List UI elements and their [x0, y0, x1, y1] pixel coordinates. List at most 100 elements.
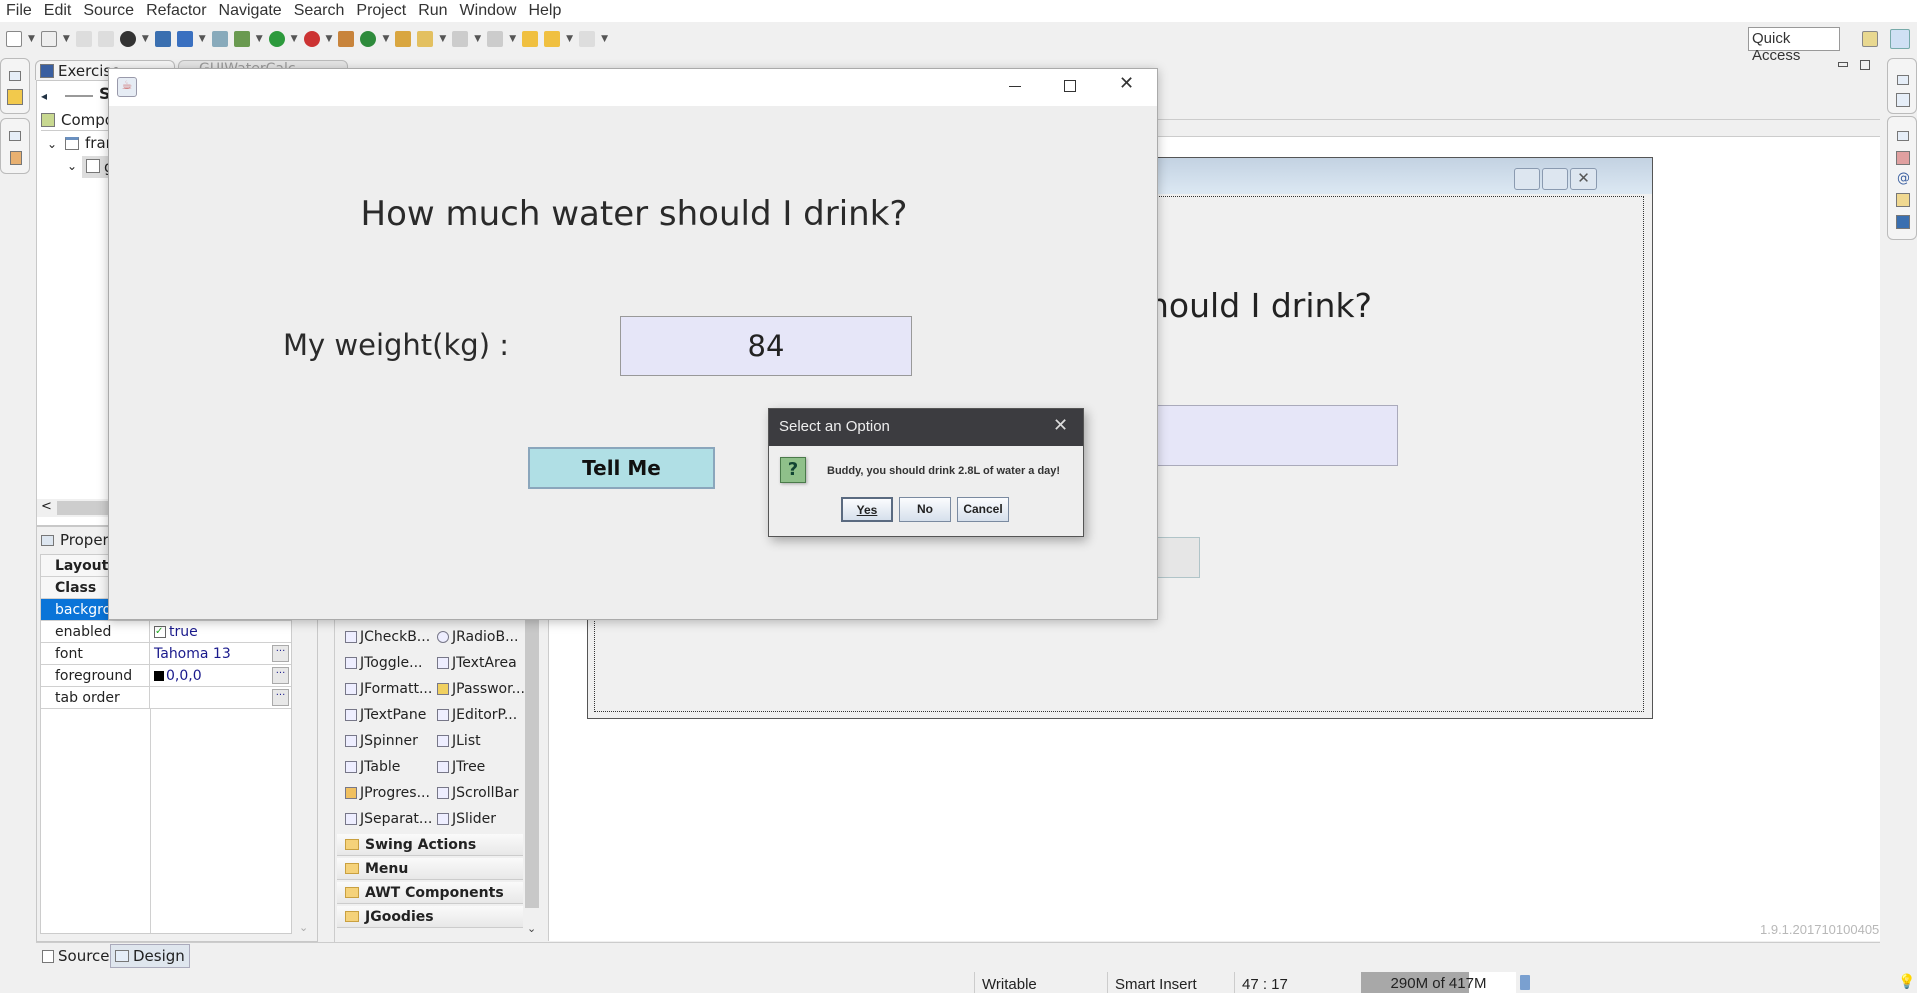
- window-maximize-button[interactable]: [1064, 80, 1076, 92]
- tab-design[interactable]: Design: [110, 944, 190, 968]
- palette-item-jtextpane[interactable]: JTextPane: [345, 707, 426, 723]
- minimize-icon[interactable]: [1838, 62, 1848, 67]
- checkbox-checked-icon[interactable]: ✓: [154, 625, 166, 638]
- new-icon[interactable]: [6, 31, 22, 47]
- chevron-down-icon[interactable]: ▼: [382, 34, 389, 44]
- person-icon[interactable]: [119, 31, 136, 47]
- scroll-down-icon[interactable]: ⌄: [527, 922, 536, 935]
- menu-source[interactable]: Source: [83, 2, 134, 20]
- palette-item-jtogglebutton[interactable]: JToggle...: [345, 655, 423, 671]
- palette-item-jlist[interactable]: JList: [437, 733, 481, 749]
- palette-item-jtree[interactable]: JTree: [437, 759, 485, 775]
- tab-source[interactable]: Source: [38, 945, 114, 967]
- expand-arrow-icon[interactable]: ⌄: [67, 159, 77, 173]
- menu-project[interactable]: Project: [356, 2, 406, 20]
- monitor-icon[interactable]: [154, 31, 171, 47]
- new-package-icon[interactable]: [338, 31, 355, 47]
- weight-input[interactable]: 84: [620, 316, 912, 376]
- hierarchy-icon[interactable]: [10, 151, 22, 165]
- edit-tab-order-button[interactable]: ···: [272, 689, 289, 706]
- menu-file[interactable]: File: [6, 2, 32, 20]
- chevron-down-icon[interactable]: ▼: [63, 34, 70, 44]
- outline-icon[interactable]: [1896, 93, 1910, 107]
- search-pen-icon[interactable]: [417, 31, 434, 47]
- forward-icon[interactable]: [579, 31, 596, 47]
- edit-font-button[interactable]: ···: [272, 645, 289, 662]
- chevron-down-icon[interactable]: ▼: [474, 34, 481, 44]
- palette-item-jspinner[interactable]: JSpinner: [345, 733, 418, 749]
- chevron-down-icon[interactable]: ▼: [439, 34, 446, 44]
- run-icon[interactable]: [268, 31, 285, 47]
- chevron-down-icon[interactable]: ▼: [601, 34, 608, 44]
- menu-window[interactable]: Window: [460, 2, 517, 20]
- declaration-icon[interactable]: [1896, 193, 1910, 207]
- palette-item-jslider[interactable]: JSlider: [437, 811, 496, 827]
- palette-item-jscrollbar[interactable]: JScrollBar: [437, 785, 518, 801]
- palette-category-jgoodies[interactable]: JGoodies: [337, 906, 523, 928]
- palette-category-swing-actions[interactable]: Swing Actions: [337, 834, 523, 856]
- back-icon[interactable]: [544, 31, 561, 47]
- palette-item-jpasswordfield[interactable]: JPasswor...: [437, 681, 525, 697]
- menu-search[interactable]: Search: [294, 2, 345, 20]
- palette-item-jtable[interactable]: JTable: [345, 759, 400, 775]
- git-repositories-icon[interactable]: [7, 89, 23, 105]
- cancel-button[interactable]: Cancel: [957, 497, 1009, 522]
- restore-icon[interactable]: [1897, 131, 1909, 141]
- restore-icon[interactable]: [1897, 75, 1909, 85]
- chevron-down-icon[interactable]: ▼: [199, 34, 206, 44]
- palette-scrollbar[interactable]: [525, 618, 539, 908]
- skip-breakpoints-icon[interactable]: [211, 31, 228, 47]
- palette-item-jeditorpane[interactable]: JEditorP...: [437, 707, 517, 723]
- console-icon[interactable]: [1896, 215, 1910, 229]
- property-row-tab-order[interactable]: tab order ···: [41, 687, 291, 709]
- palette-item-jradiobutton[interactable]: JRadioB...: [437, 629, 518, 645]
- drag-handle-icon[interactable]: [65, 95, 93, 97]
- scroll-left-icon[interactable]: <: [41, 499, 52, 514]
- restore-icon[interactable]: [9, 131, 21, 141]
- palette-item-jtextarea[interactable]: JTextArea: [437, 655, 517, 671]
- palette-category-menu[interactable]: Menu: [337, 858, 523, 880]
- save-icon[interactable]: [75, 31, 92, 47]
- palette-item-jseparator[interactable]: JSeparat...: [345, 811, 432, 827]
- chevron-down-icon[interactable]: ▼: [28, 34, 35, 44]
- tell-me-button[interactable]: Tell Me: [528, 447, 715, 489]
- quick-access-field[interactable]: Quick Access: [1748, 27, 1840, 64]
- collapse-arrow-icon[interactable]: ◂: [41, 89, 47, 103]
- prev-annotation-icon[interactable]: [487, 31, 504, 47]
- menu-refactor[interactable]: Refactor: [146, 2, 206, 20]
- chevron-down-icon[interactable]: ▼: [509, 34, 516, 44]
- property-row-foreground[interactable]: foreground 0,0,0 ···: [41, 665, 291, 687]
- new-file-icon[interactable]: [40, 31, 57, 47]
- chevron-down-icon[interactable]: ▼: [326, 34, 333, 44]
- scroll-down-icon[interactable]: ⌄: [299, 921, 308, 934]
- problems-icon[interactable]: [1896, 151, 1910, 165]
- palette-item-jprogressbar[interactable]: JProgres...: [345, 785, 430, 801]
- dialog-close-button[interactable]: ✕: [1053, 415, 1068, 436]
- run-external-icon[interactable]: [303, 31, 320, 47]
- window-close-button[interactable]: ✕: [1119, 73, 1134, 94]
- property-row-enabled[interactable]: enabled ✓ true: [41, 621, 291, 643]
- chevron-down-icon[interactable]: ▼: [566, 34, 573, 44]
- javadoc-icon[interactable]: @: [1897, 171, 1910, 186]
- lightbulb-icon[interactable]: 💡: [1898, 974, 1915, 990]
- edit-foreground-button[interactable]: ···: [272, 667, 289, 684]
- chevron-down-icon[interactable]: ▼: [256, 34, 263, 44]
- new-class-icon[interactable]: [360, 31, 377, 47]
- palette-category-awt-components[interactable]: AWT Components: [337, 882, 523, 904]
- yes-button[interactable]: Yes: [841, 497, 893, 522]
- trash-icon[interactable]: [1520, 975, 1530, 990]
- maximize-icon[interactable]: [1860, 60, 1870, 70]
- palette-item-jformattedtextfield[interactable]: JFormatt...: [345, 681, 432, 697]
- chevron-down-icon[interactable]: ▼: [291, 34, 298, 44]
- list-icon[interactable]: [176, 31, 193, 47]
- no-button[interactable]: No: [899, 497, 951, 522]
- menu-run[interactable]: Run: [418, 2, 447, 20]
- java-perspective-icon[interactable]: [1890, 29, 1910, 49]
- restore-icon[interactable]: [9, 71, 21, 81]
- menu-help[interactable]: Help: [528, 2, 561, 20]
- debug-icon[interactable]: [233, 31, 250, 47]
- expand-arrow-icon[interactable]: ⌄: [47, 137, 57, 151]
- save-all-icon[interactable]: [97, 31, 114, 47]
- menu-edit[interactable]: Edit: [44, 2, 72, 20]
- palette-item-jcheckbox[interactable]: JCheckB...: [345, 629, 430, 645]
